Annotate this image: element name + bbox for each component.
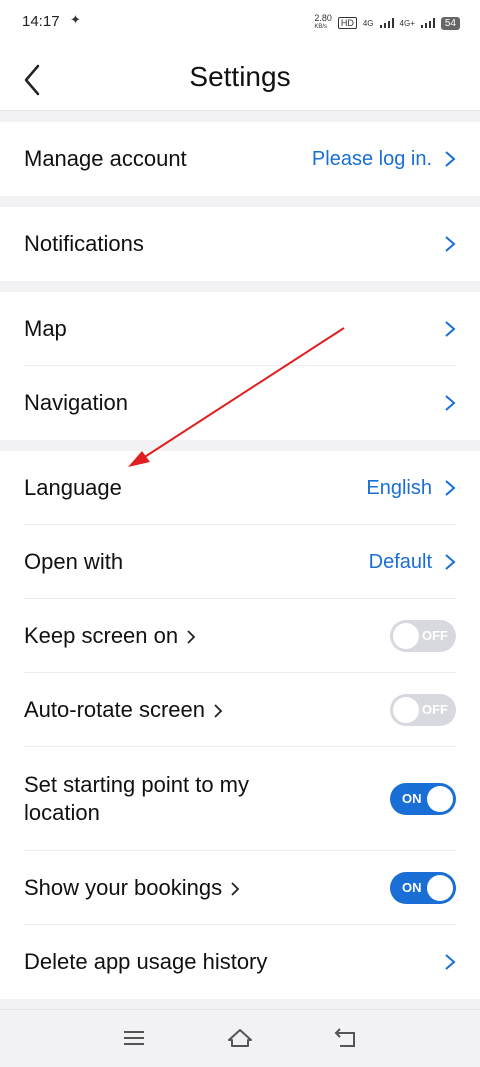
signal-icon <box>420 18 435 28</box>
home-icon <box>228 1029 252 1047</box>
open-with-row[interactable]: Open with Default <box>0 525 480 599</box>
system-nav-bar <box>0 1009 480 1067</box>
home-button[interactable] <box>226 1024 254 1052</box>
menu-icon <box>124 1031 144 1045</box>
starting-point-label: Set starting point to my location <box>24 772 249 825</box>
bookings-toggle[interactable]: ON <box>390 872 456 904</box>
status-icons: 2.80 KB/s HD 4G 4G+ 54 <box>314 14 460 32</box>
chevron-right-icon[interactable] <box>213 703 223 719</box>
manage-account-value: Please log in. <box>311 147 432 170</box>
back-nav-icon <box>334 1028 355 1047</box>
signal-icon <box>379 18 394 28</box>
net-unit: KB/s <box>314 24 327 30</box>
auto-rotate-label: Auto-rotate screen <box>24 697 205 722</box>
status-time: 14:17 <box>22 13 60 30</box>
keep-screen-on-toggle[interactable]: OFF <box>390 620 456 652</box>
open-with-label: Open with <box>24 549 124 574</box>
keep-screen-on-row: Keep screen on OFF <box>0 599 480 673</box>
language-row[interactable]: Language English <box>0 451 480 525</box>
bookings-label: Show your bookings <box>24 875 223 900</box>
starting-point-row: Set starting point to my location ON <box>0 747 480 851</box>
notifications-group: Notifications <box>0 207 480 281</box>
chevron-right-icon <box>445 480 456 496</box>
net-speed: 2.80 <box>314 13 332 23</box>
chevron-right-icon[interactable] <box>186 629 196 645</box>
navigation-label: Navigation <box>24 390 128 415</box>
account-group: Manage account Please log in. <box>0 122 480 196</box>
chevron-right-icon <box>445 236 456 252</box>
general-group: Language English Open with Default Keep … <box>0 451 480 999</box>
starting-point-toggle[interactable]: ON <box>390 783 456 815</box>
keep-screen-on-label: Keep screen on <box>24 623 179 648</box>
page-title: Settings <box>189 61 291 92</box>
status-bar: 14:17 ✦ 2.80 KB/s HD 4G 4G+ 54 <box>0 0 480 46</box>
back-nav-button[interactable] <box>332 1024 360 1052</box>
battery-icon: 54 <box>440 16 460 30</box>
language-label: Language <box>24 475 122 500</box>
chevron-right-icon <box>445 554 456 570</box>
notifications-row[interactable]: Notifications <box>0 207 480 281</box>
bookings-row: Show your bookings ON <box>0 851 480 925</box>
navigation-row[interactable]: Navigation <box>0 366 480 440</box>
map-row[interactable]: Map <box>0 292 480 366</box>
manage-account-label: Manage account <box>24 146 187 171</box>
app-header: Settings <box>0 46 480 111</box>
notifications-label: Notifications <box>24 231 144 256</box>
chevron-right-icon <box>445 954 456 970</box>
map-label: Map <box>24 316 67 341</box>
open-with-value: Default <box>368 550 432 573</box>
language-value: English <box>366 476 432 499</box>
notification-icon: ✦ <box>70 12 81 27</box>
chevron-right-icon <box>445 151 456 167</box>
auto-rotate-row: Auto-rotate screen OFF <box>0 673 480 747</box>
hd-badge: HD <box>337 17 357 29</box>
chevron-right-icon[interactable] <box>230 881 240 897</box>
auto-rotate-toggle[interactable]: OFF <box>390 694 456 726</box>
delete-history-row[interactable]: Delete app usage history <box>0 925 480 999</box>
map-group: Map Navigation <box>0 292 480 440</box>
chevron-right-icon <box>445 395 456 411</box>
menu-button[interactable] <box>120 1024 148 1052</box>
chevron-right-icon <box>445 321 456 337</box>
manage-account-row[interactable]: Manage account Please log in. <box>0 122 480 196</box>
sim1-label: 4G <box>362 18 374 28</box>
sim2-label: 4G+ <box>399 18 415 28</box>
delete-history-label: Delete app usage history <box>24 949 268 974</box>
